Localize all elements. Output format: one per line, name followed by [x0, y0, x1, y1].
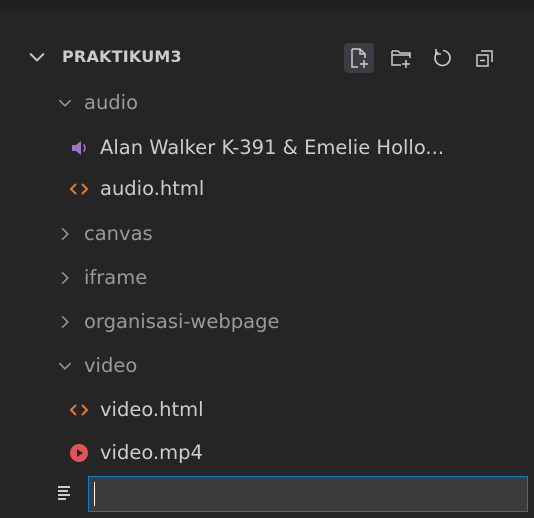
tree-folder-canvas[interactable]: canvas — [0, 211, 534, 256]
tree-item-label: iframe — [84, 266, 148, 289]
new-folder-icon — [391, 50, 411, 68]
tree-file-audio-track[interactable]: Alan Walker K-391 & Emelie Hollo... — [0, 125, 534, 170]
chevron-right-icon — [61, 271, 69, 284]
top-strip — [0, 0, 534, 10]
workspace-folder-title: PRAKTIKUM3 — [62, 47, 182, 66]
audio-file-icon — [72, 141, 86, 155]
new-file-name-input[interactable] — [88, 476, 528, 512]
chevron-down-icon[interactable] — [26, 46, 48, 68]
tree-folder-iframe[interactable]: iframe — [0, 255, 534, 300]
refresh-icon — [434, 49, 451, 67]
tree-item-label: organisasi-webpage — [84, 310, 280, 333]
tree-file-audio-html[interactable]: audio.html — [0, 166, 534, 211]
chevron-right-icon — [61, 315, 69, 328]
refresh-button[interactable] — [428, 43, 458, 73]
tree-folder-organisasi-webpage[interactable]: organisasi-webpage — [0, 299, 534, 344]
collapse-all-button[interactable] — [470, 43, 500, 73]
tree-folder-audio[interactable]: audio — [0, 80, 534, 125]
html-file-icon — [69, 183, 89, 195]
video-file-icon — [70, 444, 88, 462]
new-file-button[interactable] — [344, 43, 374, 73]
collapse-all-icon — [476, 50, 493, 67]
tree-folder-video[interactable]: video — [0, 343, 534, 388]
tree-file-video-html[interactable]: video.html — [0, 387, 534, 432]
tree-item-label: Alan Walker K-391 & Emelie Hollo... — [100, 136, 445, 159]
new-file-row — [0, 474, 534, 514]
html-file-icon — [69, 404, 89, 416]
tree-file-video-mp4[interactable]: video.mp4 — [0, 430, 534, 475]
tree-item-label: audio.html — [100, 177, 205, 200]
tree-item-label: video — [84, 354, 138, 377]
chevron-right-icon — [61, 227, 69, 240]
new-folder-button[interactable] — [386, 43, 416, 73]
tree-item-label: video.mp4 — [100, 441, 203, 464]
tree-item-label: canvas — [84, 222, 153, 245]
chevron-down-icon — [58, 362, 72, 370]
tree-item-label: video.html — [100, 398, 204, 421]
text-caret — [94, 482, 95, 506]
new-file-icon — [351, 48, 368, 68]
text-file-icon — [58, 486, 70, 500]
explorer-actions — [344, 43, 500, 73]
chevron-down-icon — [58, 99, 72, 107]
explorer-section-header[interactable]: PRAKTIKUM3 — [0, 34, 534, 80]
tree-item-label: audio — [84, 91, 139, 114]
